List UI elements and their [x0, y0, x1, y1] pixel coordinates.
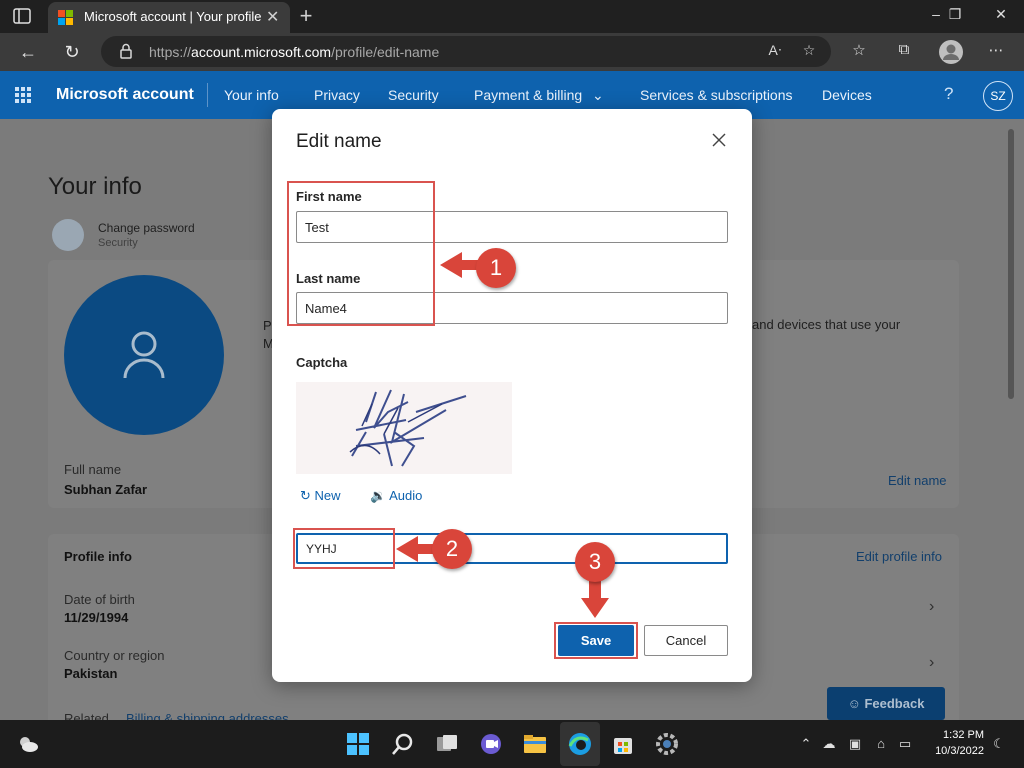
favorites-icon[interactable]: ☆	[847, 41, 871, 59]
browser-tab-active[interactable]: Microsoft account | Your profile ✕	[48, 2, 290, 33]
speaker-icon: 🔉	[370, 488, 390, 503]
page-title: Your info	[48, 173, 142, 200]
profile-picture[interactable]	[64, 275, 224, 435]
tab-actions-icon[interactable]	[12, 7, 32, 25]
profile-info-title: Profile info	[64, 549, 132, 564]
taskbar: ⌃ ☁ ▣ ⌂ ▭ 1:32 PM 10/3/2022 ☾	[0, 720, 1024, 768]
help-icon[interactable]: ?	[944, 84, 953, 104]
new-tab-button[interactable]: +	[294, 3, 318, 29]
window-close-button[interactable]: ✕	[991, 6, 1011, 23]
full-name-label: Full name	[64, 462, 122, 477]
feedback-icon: ☺	[847, 696, 865, 711]
edit-profile-info-link[interactable]: Edit profile info	[856, 549, 942, 564]
audio-captcha-label: Audio	[389, 488, 423, 503]
tab-title: Microsoft account | Your profile	[84, 9, 262, 24]
step-badge-1: 1	[476, 248, 516, 288]
change-password-link[interactable]: Change password	[98, 221, 195, 235]
battery-icon[interactable]: ▭	[896, 736, 914, 752]
dob-value: 11/29/1994	[64, 610, 129, 625]
url-prefix: https://	[149, 44, 192, 60]
captcha-glyphs	[349, 389, 467, 467]
add-favorite-icon[interactable]: ☆	[799, 42, 819, 59]
more-menu-icon[interactable]: ⋯	[984, 41, 1008, 59]
chat-icon[interactable]	[479, 732, 503, 756]
browser-tab-bar: Microsoft account | Your profile ✕ + – ❐…	[0, 0, 1024, 33]
close-icon[interactable]	[710, 131, 728, 149]
collections-icon[interactable]: ⧉	[892, 41, 916, 58]
task-view-icon[interactable]	[435, 732, 459, 756]
captcha-image	[296, 382, 512, 474]
tab-close-icon[interactable]: ✕	[266, 7, 279, 27]
nav-your-info[interactable]: Your info	[224, 87, 279, 103]
chevron-down-icon[interactable]: ⌄	[592, 87, 604, 104]
chevron-right-icon[interactable]: ›	[929, 654, 934, 672]
clock-time[interactable]: 1:32 PM	[926, 729, 984, 741]
nav-payment-billing[interactable]: Payment & billing	[474, 87, 582, 103]
url-host: account.microsoft.com	[191, 44, 332, 60]
nav-privacy[interactable]: Privacy	[314, 87, 360, 103]
maximize-button[interactable]: ❐	[945, 6, 965, 23]
cancel-button[interactable]: Cancel	[644, 625, 728, 656]
file-explorer-icon[interactable]	[523, 732, 547, 756]
audio-captcha-link[interactable]: 🔉 Audio	[370, 488, 422, 504]
annotation-highlight-names	[287, 181, 435, 326]
microsoft-logo-icon	[58, 10, 74, 26]
notifications-icon[interactable]: ☾	[990, 736, 1008, 752]
app-launcher-icon[interactable]	[15, 87, 31, 103]
page-scrollbar[interactable]	[1008, 129, 1014, 399]
chevron-right-icon[interactable]: ›	[929, 598, 934, 616]
nav-services-subscriptions[interactable]: Services & subscriptions	[640, 87, 793, 103]
step-badge-3: 3	[575, 542, 615, 582]
country-value: Pakistan	[64, 666, 118, 681]
search-icon[interactable]	[391, 732, 415, 756]
key-icon	[52, 219, 84, 251]
feedback-button[interactable]: ☺ Feedback	[827, 687, 945, 720]
address-bar[interactable]: https://account.microsoft.com/profile/ed…	[101, 36, 831, 67]
settings-gear-icon[interactable]	[655, 732, 679, 756]
edge-browser-icon[interactable]	[568, 732, 592, 756]
clock-date[interactable]: 10/3/2022	[926, 745, 984, 757]
change-password-subtitle: Security	[98, 237, 138, 249]
network-icon[interactable]: ⌂	[872, 736, 890, 751]
minimize-button[interactable]: –	[926, 6, 946, 22]
new-captcha-label: New	[314, 488, 341, 503]
back-arrow-icon[interactable]: ←	[15, 39, 41, 65]
onedrive-icon[interactable]: ☁	[820, 736, 838, 752]
edit-name-link[interactable]: Edit name	[888, 473, 947, 488]
country-label: Country or region	[64, 648, 165, 663]
billing-shipping-link[interactable]: Billing & shipping addresses	[126, 711, 289, 720]
annotation-arrow-3	[581, 578, 609, 618]
refresh-icon[interactable]: ↻	[59, 39, 85, 65]
card-partial-text-1: P	[263, 318, 272, 333]
person-icon	[123, 331, 165, 379]
annotation-highlight-captcha	[293, 528, 395, 569]
address-toolbar: ← ↻ https://account.microsoft.com/profil…	[0, 33, 1024, 71]
dob-label: Date of birth	[64, 592, 135, 607]
url-path: /profile/edit-name	[331, 44, 440, 60]
captcha-label: Captcha	[296, 355, 348, 370]
full-name-value: Subhan Zafar	[64, 482, 148, 497]
brand-title[interactable]: Microsoft account	[56, 86, 194, 104]
card-partial-text-3: and devices that use your	[752, 317, 901, 332]
feedback-label: Feedback	[864, 696, 925, 711]
tray-overflow-icon[interactable]: ⌃	[797, 736, 815, 752]
read-aloud-icon[interactable]: Aᐧ	[765, 42, 785, 59]
refresh-icon: ↻	[300, 488, 315, 503]
store-icon[interactable]	[611, 732, 635, 756]
lock-icon	[120, 43, 132, 59]
profile-avatar-icon[interactable]	[938, 39, 964, 65]
nav-devices[interactable]: Devices	[822, 87, 872, 103]
tray-app-icon[interactable]: ▣	[846, 736, 864, 752]
start-windows-icon[interactable]	[346, 732, 370, 756]
header-divider	[207, 83, 208, 107]
dialog-title: Edit name	[296, 131, 382, 152]
weather-icon[interactable]	[16, 732, 40, 756]
step-badge-2: 2	[432, 529, 472, 569]
new-captcha-link[interactable]: ↻ New	[300, 488, 341, 504]
user-avatar[interactable]: SZ	[983, 81, 1013, 111]
related-label: Related	[64, 711, 109, 720]
annotation-highlight-save	[554, 622, 638, 659]
url-text: https://account.microsoft.com/profile/ed…	[149, 44, 439, 60]
nav-security[interactable]: Security	[388, 87, 439, 103]
